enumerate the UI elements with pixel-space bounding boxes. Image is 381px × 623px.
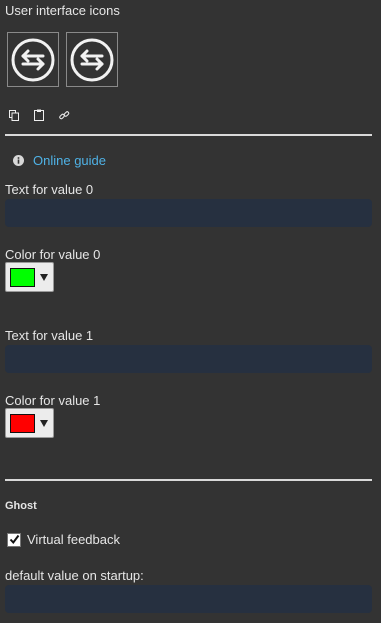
paste-icon[interactable]	[32, 108, 46, 122]
text-value-0-input[interactable]	[5, 199, 372, 227]
ghost-section-title: Ghost	[5, 500, 37, 512]
link-icon[interactable]	[57, 108, 71, 122]
chevron-down-icon	[40, 419, 48, 427]
virtual-feedback-checkbox[interactable]	[7, 532, 21, 547]
icon-tile-1[interactable]	[7, 32, 59, 87]
color-value-1-label: Color for value 1	[5, 393, 101, 408]
chevron-down-icon	[40, 273, 48, 281]
icon-tile-2[interactable]	[66, 32, 118, 87]
text-value-1-input[interactable]	[5, 345, 372, 373]
text-value-0-label: Text for value 0	[5, 182, 94, 197]
guide-row: Online guide	[13, 153, 106, 168]
info-icon	[13, 155, 24, 166]
color-value-1-picker[interactable]	[5, 408, 54, 438]
copy-icon[interactable]	[7, 108, 21, 122]
online-guide-link[interactable]: Online guide	[33, 153, 106, 168]
default-value-input[interactable]	[5, 585, 372, 613]
divider	[5, 134, 372, 136]
color-swatch	[10, 267, 35, 287]
swap-arrows-icon	[70, 38, 114, 81]
color-value-0-picker[interactable]	[5, 262, 54, 292]
virtual-feedback-row[interactable]: Virtual feedback	[7, 532, 120, 547]
divider	[5, 479, 372, 481]
checkmark-icon	[9, 534, 19, 545]
color-swatch	[10, 413, 35, 433]
section-title: User interface icons	[5, 3, 120, 18]
text-value-1-label: Text for value 1	[5, 328, 94, 343]
default-value-label: default value on startup:	[5, 568, 144, 583]
swap-arrows-icon	[11, 38, 55, 81]
color-value-0-label: Color for value 0	[5, 247, 101, 262]
virtual-feedback-label: Virtual feedback	[27, 532, 120, 547]
